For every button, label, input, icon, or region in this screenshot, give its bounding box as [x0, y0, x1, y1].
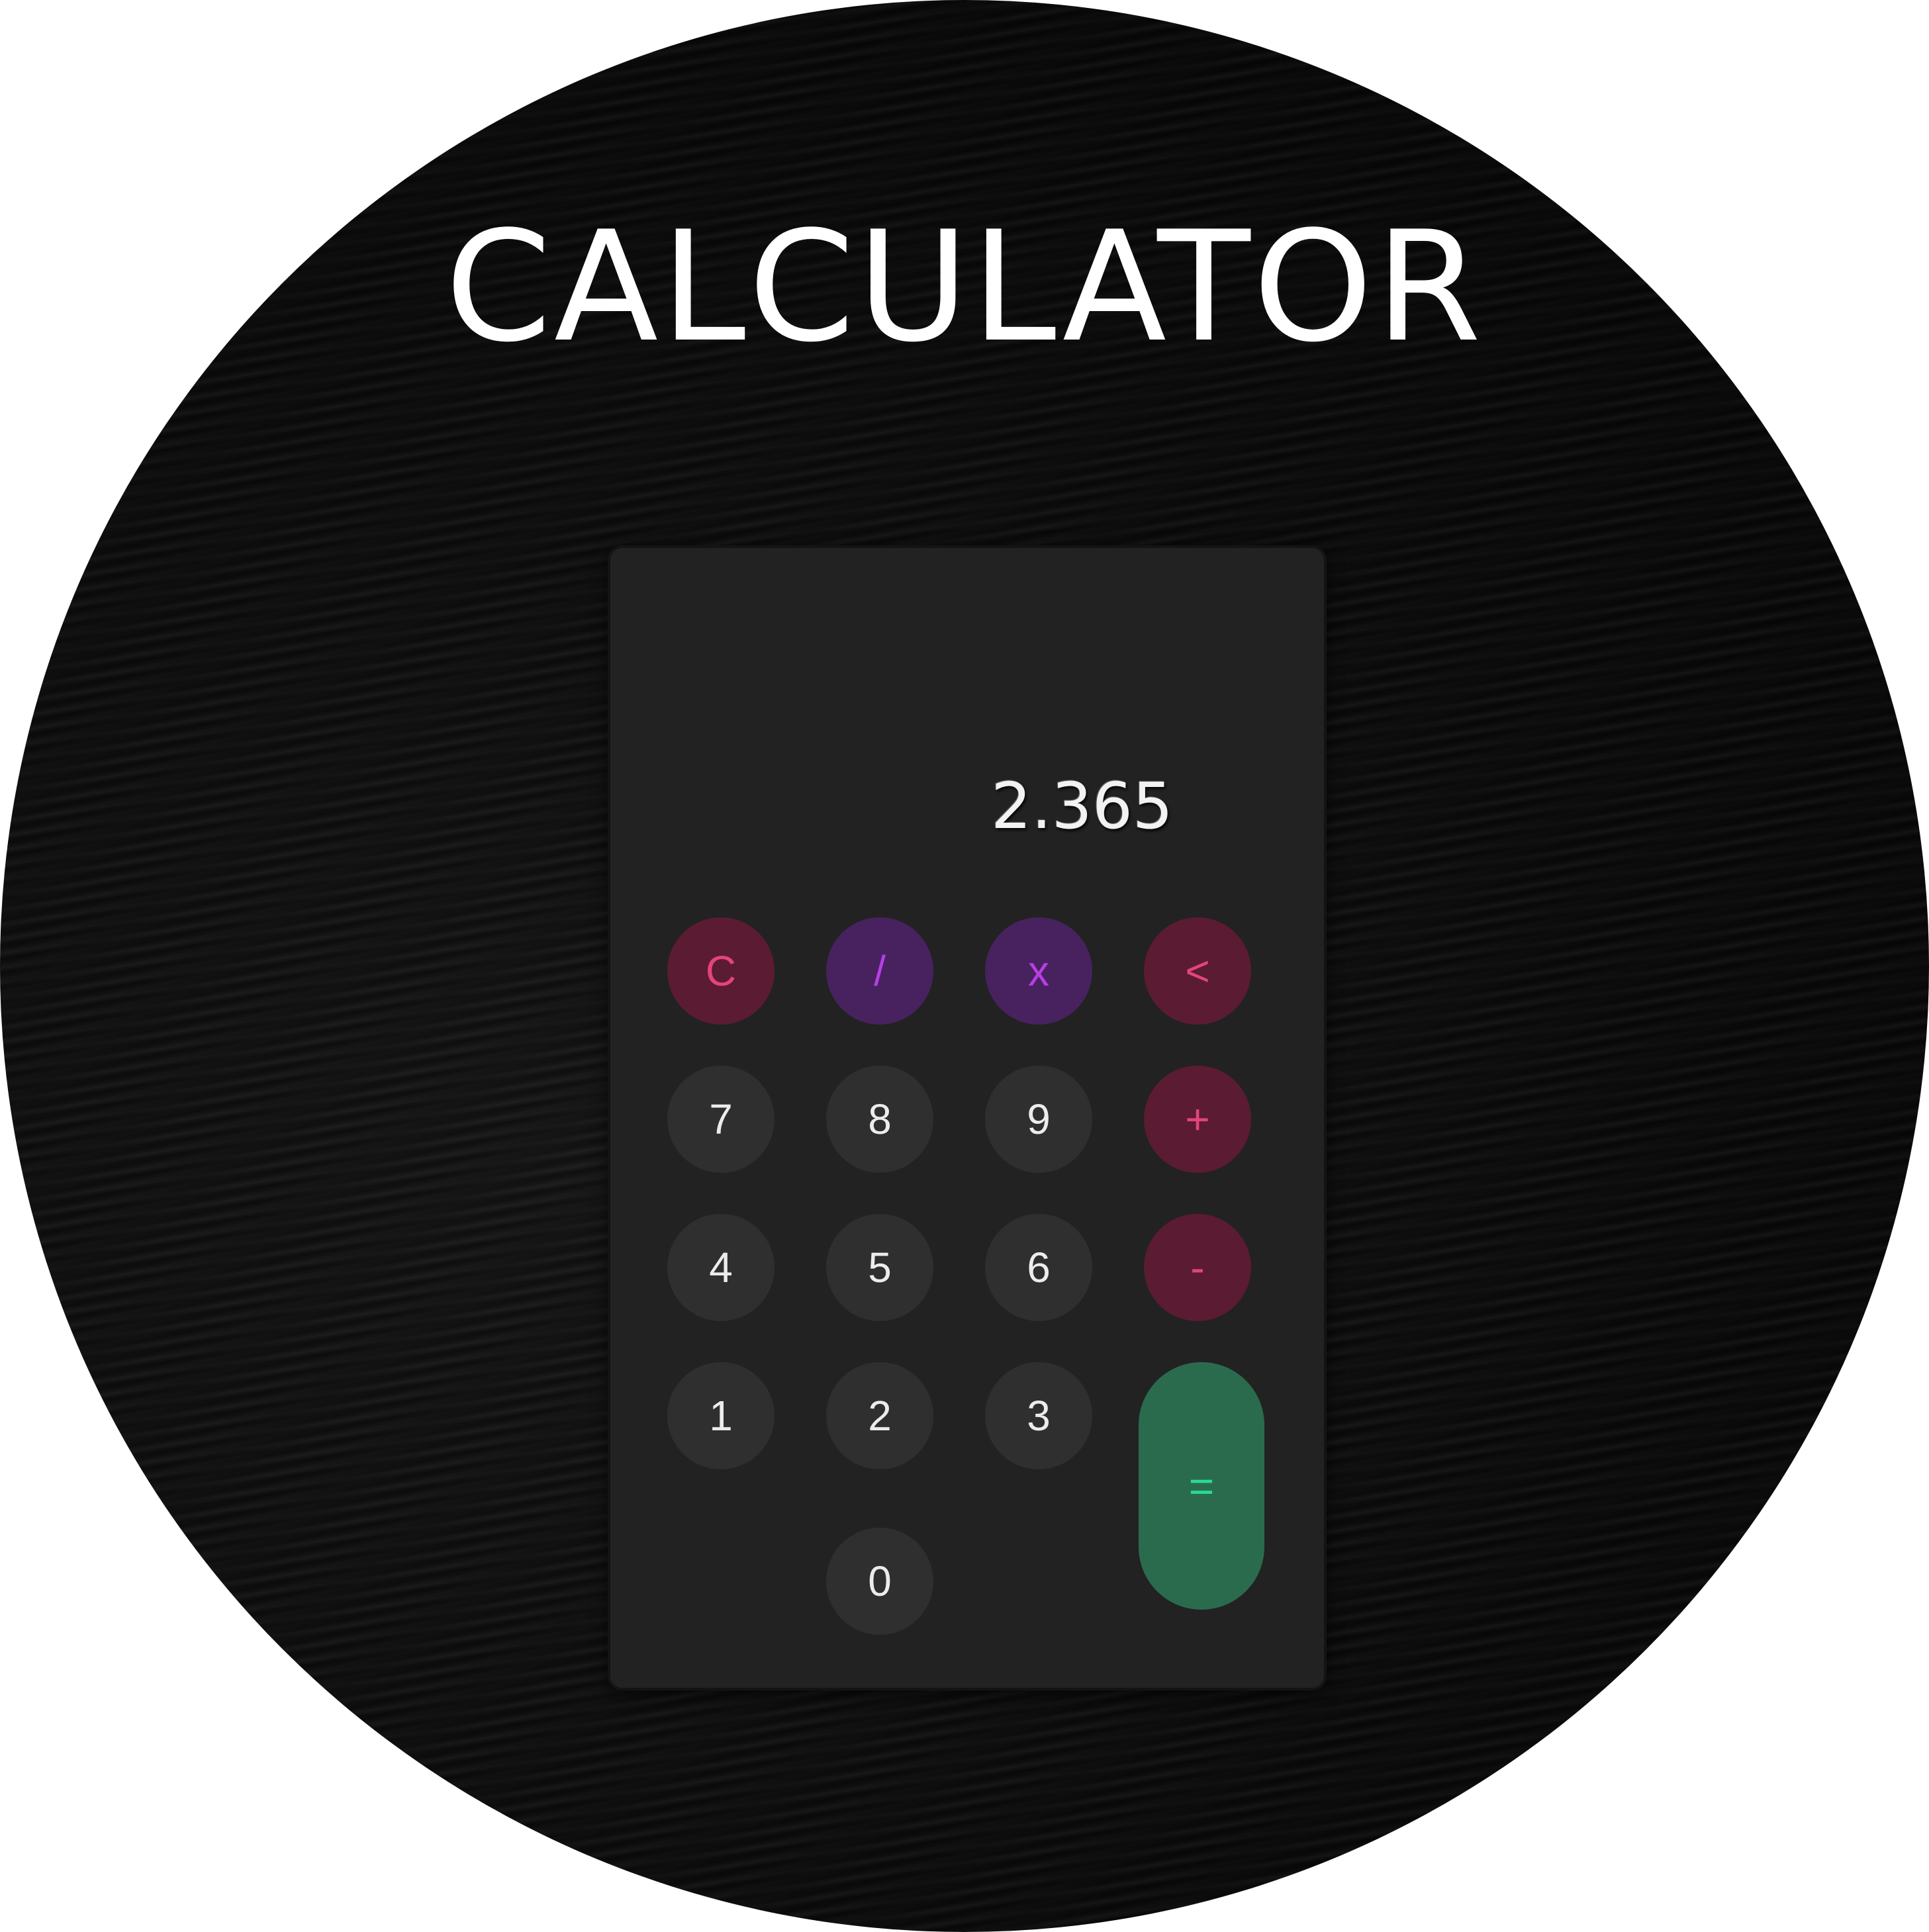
- digit-0-button[interactable]: 0: [826, 1528, 933, 1635]
- divide-button[interactable]: /: [826, 917, 933, 1025]
- clear-button[interactable]: C: [667, 917, 775, 1025]
- minus-button[interactable]: -: [1144, 1214, 1251, 1321]
- digit-8-button[interactable]: 8: [826, 1066, 933, 1173]
- equals-button[interactable]: =: [1139, 1362, 1264, 1610]
- digit-3-button[interactable]: 3: [985, 1362, 1092, 1469]
- digit-9-button[interactable]: 9: [985, 1066, 1092, 1173]
- digit-5-button[interactable]: 5: [826, 1214, 933, 1321]
- display-value: 2.365: [991, 769, 1173, 843]
- background: CALCULATOR 2.365 C / x < 7 8 9 + 4 5 6 -…: [0, 0, 1929, 1932]
- digit-7-button[interactable]: 7: [667, 1066, 775, 1173]
- calculator-panel: 2.365 C / x < 7 8 9 + 4 5 6 - 1 2 3 = 0: [608, 545, 1327, 1690]
- digit-4-button[interactable]: 4: [667, 1214, 775, 1321]
- multiply-button[interactable]: x: [985, 917, 1092, 1025]
- digit-2-button[interactable]: 2: [826, 1362, 933, 1469]
- digit-1-button[interactable]: 1: [667, 1362, 775, 1469]
- digit-6-button[interactable]: 6: [985, 1214, 1092, 1321]
- page-title: CALCULATOR: [445, 199, 1484, 376]
- calculator-display: 2.365: [610, 753, 1272, 859]
- plus-button[interactable]: +: [1144, 1066, 1251, 1173]
- backspace-button[interactable]: <: [1144, 917, 1251, 1025]
